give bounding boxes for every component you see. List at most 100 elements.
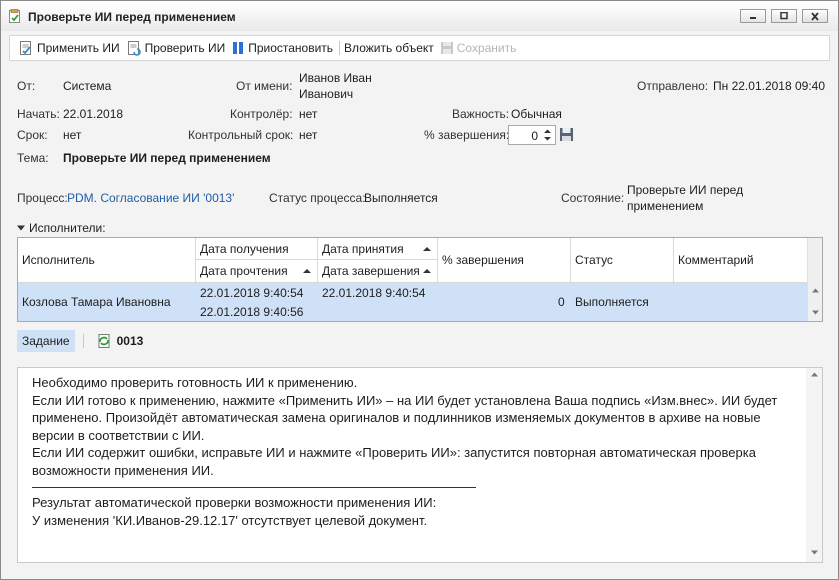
check-button[interactable]: Проверить ИИ [124,37,230,59]
collapse-triangle-icon [17,225,25,231]
scroll-down-icon[interactable] [812,310,819,315]
control-due-label: Контрольный срок: [188,128,294,142]
close-button[interactable] [802,9,828,23]
scroll-up-icon[interactable] [811,372,818,377]
state-value-line2: применением [627,199,704,213]
save-completion-button[interactable] [559,127,574,145]
floppy-save-icon [560,128,573,141]
task-window: Проверьте ИИ перед применением Применить… [0,0,839,580]
on-behalf-value-line1: Иванов Иван [299,71,372,85]
check-label: Проверить ИИ [144,41,226,55]
controller-value: нет [299,107,318,121]
due-label: Срок: [17,128,48,142]
sent-value: Пн 22.01.2018 09:40 [713,79,826,93]
controller-label: Контролёр: [230,107,293,121]
change-notice-icon [98,334,110,348]
process-status-label: Статус процесса: [269,191,366,205]
scroll-down-icon[interactable] [811,550,818,555]
col-header-accepted[interactable]: Дата принятия [318,238,438,260]
executors-section-label: Исполнители: [29,221,106,235]
task-doc-icon [8,9,22,27]
row-read: 22.01.2018 9:40:56 [200,305,304,319]
col-comment-label: Комментарий [678,253,754,267]
sort-asc-icon [303,269,311,273]
minimize-button[interactable] [740,9,766,23]
text-line: Необходимо проверить готовность ИИ к при… [32,375,358,390]
task-tabs: Задание 0013 [17,330,143,352]
col-received-label: Дата получения [200,241,289,256]
col-header-status[interactable]: Статус [571,238,674,283]
start-value: 22.01.2018 [63,107,124,121]
on-behalf-value-line2: Иванович [299,87,354,101]
col-header-percent[interactable]: % завершения [438,238,571,283]
row-status: Выполняется [575,295,649,309]
tab-task[interactable]: Задание [17,330,75,352]
importance-label: Важность: [452,107,510,121]
tab-separator [82,334,84,348]
pause-icon [233,42,244,54]
task-description[interactable]: Необходимо проверить готовность ИИ к при… [17,367,823,563]
save-button[interactable]: Сохранить [438,37,521,59]
row-executor: Козлова Тамара Ивановна [22,295,171,309]
scroll-up-icon[interactable] [812,288,819,293]
tab-document-label: 0013 [116,334,144,348]
apply-label: Применить ИИ [37,41,120,55]
row-percent: 0 [558,295,565,309]
text-scrollbar[interactable] [806,368,822,562]
col-header-executor[interactable]: Исполнитель [18,238,196,283]
completion-label: % завершения: [424,128,510,142]
text-line: возможности применения ИИ. [32,462,214,478]
start-label: Начать: [17,107,60,121]
text-line: Если ИИ готово к применению, нажмите «Пр… [32,392,778,408]
toolbar-separator [339,41,341,55]
stepper-arrows-icon[interactable] [542,127,553,143]
tab-document[interactable]: 0013 [96,333,144,349]
process-link[interactable]: PDM. Согласование ИИ '0013' [67,191,234,205]
col-read-label: Дата прочтения [200,264,288,278]
pause-button[interactable]: Приостановить [229,37,337,59]
maximize-icon [780,12,788,20]
subject-label: Тема: [17,151,49,165]
executors-table: Исполнитель Дата получения Дата прочтени… [17,237,823,322]
col-header-received[interactable]: Дата получения [196,238,318,260]
col-header-finished[interactable]: Дата завершения [318,260,438,283]
window-title: Проверьте ИИ перед применением [28,10,236,24]
control-due-value: нет [299,128,318,142]
maximize-button[interactable] [771,9,797,23]
col-header-read[interactable]: Дата прочтения [196,260,318,283]
minimize-icon [750,17,756,19]
close-icon [811,11,819,21]
subject-value: Проверьте ИИ перед применением [63,151,271,165]
executors-section-toggle[interactable]: Исполнители: [17,221,106,235]
title-bar: Проверьте ИИ перед применением [1,1,838,31]
save-label: Сохранить [456,41,517,55]
completion-value: 0 [531,129,538,143]
from-value: Система [63,79,112,93]
completion-stepper[interactable]: 0 [508,125,556,145]
process-label: Процесс: [17,191,68,205]
col-executor-label: Исполнитель [22,253,95,267]
row-accepted: 22.01.2018 9:40:54 [322,286,426,300]
sort-asc-icon [423,269,431,273]
process-status-value: Выполняется [364,191,438,205]
text-line: У изменения 'КИ.Иванов-29.12.17' отсутст… [32,512,428,528]
col-header-comment[interactable]: Комментарий [674,238,808,283]
state-label: Состояние: [561,191,625,205]
save-icon [440,42,453,54]
toolbar: Применить ИИ Проверить ИИ Приостановить … [9,35,830,61]
col-finished-label: Дата завершения [322,264,420,278]
apply-button[interactable]: Применить ИИ [16,37,124,59]
attach-object-button[interactable]: Вложить объект [342,37,438,59]
from-label: От: [17,79,36,93]
table-row[interactable]: Козлова Тамара Ивановна 22.01.2018 9:40:… [18,283,808,321]
col-status-label: Статус [575,253,613,267]
importance-value: Обычная [511,107,562,121]
col-percent-label: % завершения [442,253,524,267]
on-behalf-label: От имени: [236,79,293,93]
sent-label: Отправлено: [637,79,709,93]
due-value: нет [63,128,82,142]
text-line: применено. Произойдёт автоматическая зам… [32,410,761,425]
text-line: Если ИИ содержит ошибки, исправьте ИИ и … [32,445,756,460]
table-scrollbar[interactable] [807,238,822,321]
attach-object-label: Вложить объект [344,41,434,55]
